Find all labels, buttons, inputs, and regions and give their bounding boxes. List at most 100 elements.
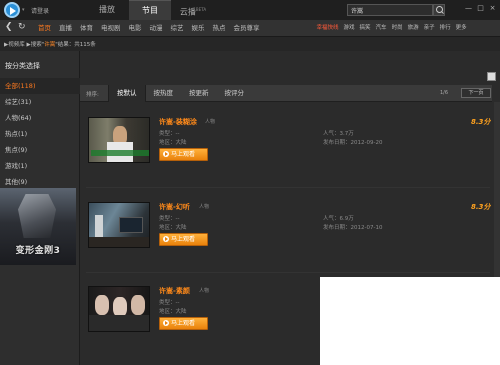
result-divider bbox=[86, 272, 490, 273]
result-region: 地区：大陆 bbox=[159, 140, 187, 146]
category-vip[interactable]: 会员尊享 bbox=[230, 20, 264, 37]
sort-bar: 排序: 按默认 按热度 按更新 按评分 1/6 下一页 bbox=[80, 85, 492, 102]
play-icon bbox=[163, 236, 169, 242]
result-thumbnail[interactable] bbox=[88, 117, 150, 163]
sidebar-item-focus[interactable]: 焦点(9) bbox=[0, 142, 80, 158]
subcategory-fashion[interactable]: 时尚 bbox=[389, 20, 405, 37]
result-title[interactable]: 许嵩-素颜 bbox=[159, 286, 190, 296]
poster-title: 变形金刚3 bbox=[15, 246, 61, 256]
play-icon bbox=[163, 320, 169, 326]
breadcrumb-library[interactable]: ▶视频库 bbox=[4, 42, 25, 48]
tab-cloud-play[interactable]: 云播BETA bbox=[172, 0, 214, 20]
subcategory-parenting[interactable]: 亲子 bbox=[421, 20, 437, 37]
maximize-button[interactable]: □ bbox=[475, 3, 486, 14]
tab-play[interactable]: 播放 bbox=[86, 0, 128, 20]
result-date: 发布日期：2012-07-10 bbox=[323, 225, 383, 231]
category-entertainment[interactable]: 娱乐 bbox=[188, 20, 209, 37]
watch-now-label: 马上观看 bbox=[171, 151, 196, 158]
minimize-button[interactable]: — bbox=[463, 3, 474, 14]
result-score: 8.3分 bbox=[471, 203, 491, 211]
subcategory-cars[interactable]: 汽车 bbox=[373, 20, 389, 37]
subcategory-travel[interactable]: 旅游 bbox=[405, 20, 421, 37]
tab-cloud-label: 云播 bbox=[179, 7, 196, 17]
beta-badge: BETA bbox=[195, 7, 207, 12]
watch-now-label: 马上观看 bbox=[171, 236, 196, 243]
result-region: 地区：大陆 bbox=[159, 225, 187, 231]
play-icon bbox=[163, 151, 169, 157]
watch-now-button[interactable]: 马上观看 bbox=[159, 233, 208, 246]
subcategory-more[interactable]: 更多 bbox=[453, 20, 469, 37]
watch-now-button[interactable]: 马上观看 bbox=[159, 148, 208, 161]
refresh-icon[interactable]: ↻ bbox=[18, 22, 26, 32]
result-popularity: 人气：3.7万 bbox=[323, 131, 354, 137]
tab-programs-label: 节目 bbox=[142, 6, 158, 15]
tab-programs[interactable]: 节目 bbox=[129, 0, 171, 20]
result-tag: 人物 bbox=[205, 119, 216, 125]
search-input[interactable] bbox=[347, 4, 433, 16]
back-arrow-icon[interactable]: ❮ bbox=[5, 22, 13, 32]
breadcrumb-keyword: 许嵩 bbox=[44, 42, 56, 48]
close-button[interactable]: × bbox=[487, 3, 498, 14]
sidebar-item-variety[interactable]: 综艺(31) bbox=[0, 94, 80, 110]
sort-rating[interactable]: 按评分 bbox=[217, 85, 253, 102]
blank-area bbox=[320, 277, 500, 365]
breadcrumb-text: ▶视频库 ▶搜索"许嵩"结果：共115条 bbox=[4, 40, 96, 48]
result-region: 地区：大陆 bbox=[159, 309, 187, 315]
category-sports[interactable]: 体育 bbox=[76, 20, 97, 37]
category-list: 首页 直播 体育 电视剧 电影 动漫 综艺 娱乐 热点 会员尊享 bbox=[34, 20, 264, 37]
result-divider bbox=[86, 187, 490, 188]
category-anime[interactable]: 动漫 bbox=[146, 20, 167, 37]
login-link[interactable]: 请登录 bbox=[31, 6, 49, 15]
sidebar-title: 按分类选择 bbox=[5, 62, 40, 70]
subcategory-ranking[interactable]: 排行 bbox=[437, 20, 453, 37]
result-type: 类型：-- bbox=[159, 300, 180, 306]
result-title[interactable]: 许嵩-装糊涂 bbox=[159, 117, 197, 127]
category-sidebar: 按分类选择 全部(118) 综艺(31) 人物(64) 热点(1) 焦点(9) … bbox=[0, 51, 80, 365]
sort-tabs: 按默认 按热度 按更新 按评分 bbox=[108, 85, 252, 102]
watch-now-button[interactable]: 马上观看 bbox=[159, 317, 208, 330]
result-type: 类型：-- bbox=[159, 131, 180, 137]
category-movies[interactable]: 电影 bbox=[125, 20, 146, 37]
result-score: 8.3分 bbox=[471, 118, 491, 126]
expand-icon[interactable] bbox=[487, 72, 496, 81]
subcategory-happy-express[interactable]: 幸福快线 bbox=[314, 20, 341, 37]
result-thumbnail[interactable] bbox=[88, 202, 150, 248]
sidebar-item-all[interactable]: 全部(118) bbox=[0, 78, 80, 94]
sidebar-item-hot[interactable]: 热点(1) bbox=[0, 126, 80, 142]
category-live[interactable]: 直播 bbox=[55, 20, 76, 37]
result-date: 发布日期：2012-09-20 bbox=[323, 140, 383, 146]
tab-play-label: 播放 bbox=[99, 5, 115, 14]
sidebar-item-people[interactable]: 人物(64) bbox=[0, 110, 80, 126]
subcategory-games[interactable]: 游戏 bbox=[341, 20, 357, 37]
sort-label: 排序: bbox=[86, 92, 99, 98]
result-item: 许嵩-幻听 人物 类型：-- 地区：大陆 人气：6.9万 发布日期：2012-0… bbox=[80, 202, 492, 282]
main-tabs: 播放 节目 云播BETA bbox=[86, 0, 215, 20]
search-icon[interactable] bbox=[433, 4, 445, 16]
sidebar-item-games[interactable]: 游戏(1) bbox=[0, 158, 80, 174]
category-tv[interactable]: 电视剧 bbox=[97, 20, 125, 37]
page-indicator: 1/6 bbox=[440, 90, 449, 96]
app-window: ▾ 请登录 播放 节目 云播BETA — □ × ❮ ↻ 首页 直播 体育 电视… bbox=[0, 0, 500, 365]
breadcrumb-count: "结果：共115条 bbox=[55, 42, 96, 48]
category-variety[interactable]: 综艺 bbox=[167, 20, 188, 37]
category-hot[interactable]: 热点 bbox=[209, 20, 230, 37]
sort-default[interactable]: 按默认 bbox=[108, 85, 146, 102]
result-type: 类型：-- bbox=[159, 216, 180, 222]
user-dropdown-icon[interactable]: ▾ bbox=[22, 7, 25, 13]
breadcrumb: ▶视频库 ▶搜索"许嵩"结果：共115条 bbox=[0, 37, 500, 51]
next-page-button[interactable]: 下一页 bbox=[461, 88, 491, 98]
result-title[interactable]: 许嵩-幻听 bbox=[159, 202, 190, 212]
watch-now-label: 马上观看 bbox=[171, 320, 196, 327]
result-tag: 人物 bbox=[199, 204, 210, 210]
category-home[interactable]: 首页 bbox=[34, 20, 55, 37]
sort-popularity[interactable]: 按热度 bbox=[146, 85, 182, 102]
subcategory-funny[interactable]: 搞笑 bbox=[357, 20, 373, 37]
category-nav: ❮ ↻ 首页 直播 体育 电视剧 电影 动漫 综艺 娱乐 热点 会员尊享 幸福快… bbox=[0, 20, 500, 37]
result-tag: 人物 bbox=[199, 288, 210, 294]
result-thumbnail[interactable] bbox=[88, 286, 150, 332]
title-bar: ▾ 请登录 播放 节目 云播BETA — □ × bbox=[0, 0, 500, 20]
promo-poster[interactable]: 变形金刚3 bbox=[0, 188, 76, 265]
sort-updated[interactable]: 按更新 bbox=[181, 85, 217, 102]
result-popularity: 人气：6.9万 bbox=[323, 216, 354, 222]
breadcrumb-search: ▶搜索" bbox=[26, 42, 45, 48]
